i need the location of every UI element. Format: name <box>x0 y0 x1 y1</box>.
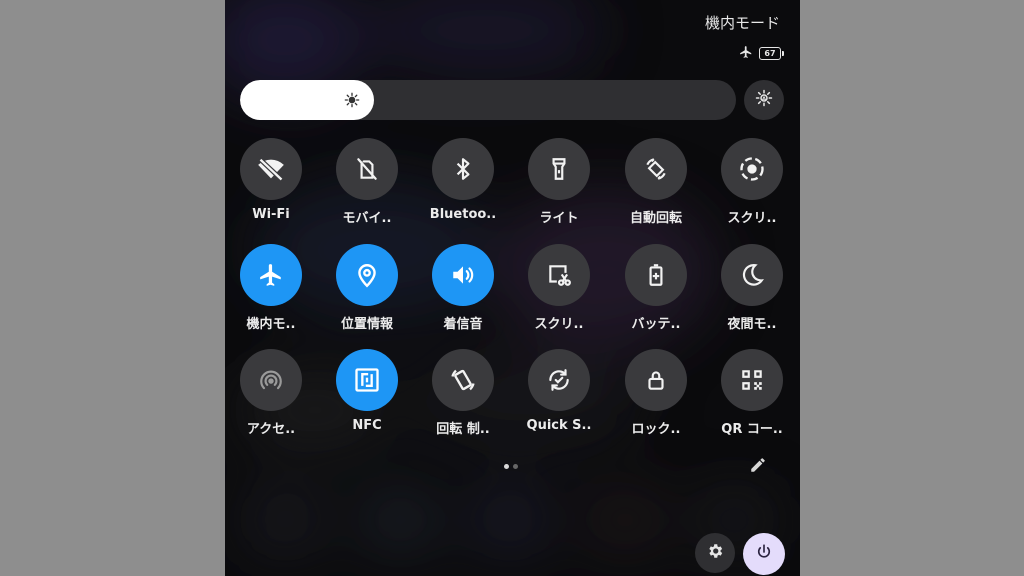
airplane-icon <box>258 262 284 288</box>
volume-icon <box>450 262 476 288</box>
quick-tile-label: Wi-Fi <box>252 207 290 222</box>
quick-tile-13[interactable]: NFC <box>327 349 407 433</box>
power-icon <box>755 543 773 565</box>
quick-tile-label: 位置情報 <box>340 317 393 332</box>
sun-icon <box>332 80 372 120</box>
auto-rotate-icon <box>643 156 669 182</box>
quick-tile-toggle[interactable] <box>336 138 398 200</box>
page-indicator <box>504 464 518 469</box>
quick-tile-label: ロック.. <box>631 422 681 437</box>
quick-tile-label: アクセ.. <box>246 422 296 437</box>
quick-tile-10[interactable]: バッテ.. <box>616 244 696 332</box>
quick-tile-9[interactable]: スクリ.. <box>519 244 599 332</box>
quick-tile-toggle[interactable] <box>432 244 494 306</box>
flashlight-icon <box>546 156 572 182</box>
nfc-icon <box>353 366 381 394</box>
quick-tile-label: Quick S.. <box>526 418 592 433</box>
quick-tile-toggle[interactable] <box>432 138 494 200</box>
quick-tile-toggle[interactable] <box>528 138 590 200</box>
quick-tile-label: 機内モ.. <box>246 317 296 332</box>
rotation-lock-icon <box>449 366 477 394</box>
quick-tile-label: Bluetoo.. <box>429 207 497 222</box>
quick-tile-toggle[interactable] <box>625 138 687 200</box>
quick-tile-toggle[interactable] <box>336 244 398 306</box>
quick-tile-15[interactable]: Quick S.. <box>519 349 599 433</box>
quick-tile-label: スクリ.. <box>727 211 777 226</box>
night-mode-icon <box>739 262 765 288</box>
page-dot-1[interactable] <box>504 464 509 469</box>
quick-tile-8[interactable]: 着信音 <box>423 244 503 332</box>
status-mode-label: 機内モード <box>704 14 780 32</box>
auto-brightness-icon: A <box>755 89 773 111</box>
screenshot-icon <box>546 262 572 288</box>
quick-tile-14[interactable]: 回転 制.. <box>423 349 503 437</box>
lock-icon <box>643 367 669 393</box>
quick-tile-3[interactable]: ライト <box>519 138 599 226</box>
quick-tile-label: 夜間モ.. <box>727 317 777 332</box>
mobile-data-off-icon <box>354 156 380 182</box>
quick-tile-label: NFC <box>352 418 382 433</box>
airplane-icon <box>739 44 753 63</box>
wifi-off-icon <box>257 155 285 183</box>
quick-tile-label: スクリ.. <box>534 317 584 332</box>
hotspot-icon <box>258 367 284 393</box>
quick-tile-toggle[interactable] <box>625 349 687 411</box>
quick-tile-label: モバイ.. <box>342 211 392 226</box>
auto-brightness-button[interactable]: A <box>744 80 784 120</box>
quick-tile-toggle[interactable] <box>240 349 302 411</box>
quick-tile-toggle[interactable] <box>336 349 398 411</box>
edit-tiles-button[interactable] <box>747 456 769 478</box>
quick-tile-0[interactable]: Wi-Fi <box>231 138 311 222</box>
quick-tile-toggle[interactable] <box>240 244 302 306</box>
screen-record-icon <box>738 155 766 183</box>
quick-tile-5[interactable]: スクリ.. <box>712 138 792 226</box>
quick-tile-1[interactable]: モバイ.. <box>327 138 407 226</box>
quick-tile-17[interactable]: QR コー.. <box>712 349 792 437</box>
quick-tile-2[interactable]: Bluetoo.. <box>423 138 503 222</box>
quick-tile-toggle[interactable] <box>432 349 494 411</box>
quick-tile-6[interactable]: 機内モ.. <box>231 244 311 332</box>
quick-tile-16[interactable]: ロック.. <box>616 349 696 437</box>
quick-tile-label: 回転 制.. <box>436 422 490 437</box>
quick-tile-toggle[interactable] <box>625 244 687 306</box>
quick-tile-label: ライト <box>539 211 579 226</box>
battery-icon: 67 <box>759 47 784 60</box>
pencil-icon <box>749 456 767 478</box>
quick-tile-toggle[interactable] <box>721 244 783 306</box>
location-icon <box>354 262 380 288</box>
quick-tile-toggle[interactable] <box>240 138 302 200</box>
quick-tile-7[interactable]: 位置情報 <box>327 244 407 332</box>
quick-tile-11[interactable]: 夜間モ.. <box>712 244 792 332</box>
quick-tile-label: 着信音 <box>443 317 483 332</box>
quick-share-icon <box>546 367 572 393</box>
settings-button[interactable] <box>695 533 735 573</box>
quick-tile-4[interactable]: 自動回転 <box>616 138 696 226</box>
qr-code-icon <box>739 367 765 393</box>
quick-tile-12[interactable]: アクセ.. <box>231 349 311 437</box>
quick-tile-label: QR コー.. <box>721 422 783 437</box>
battery-level: 67 <box>759 47 781 60</box>
gear-icon <box>706 542 724 564</box>
status-icons: 67 <box>739 44 784 63</box>
page-dot-2[interactable] <box>513 464 518 469</box>
bluetooth-icon <box>450 156 476 182</box>
quick-settings-panel: 機内モード 67 A Wi-Fi モバイ.. Bluetoo.. ライト 自動回転 スクリ… <box>225 0 800 576</box>
quick-tile-label: 自動回転 <box>629 211 682 226</box>
quick-tile-label: バッテ.. <box>631 317 681 332</box>
quick-tile-toggle[interactable] <box>528 244 590 306</box>
battery-saver-icon <box>643 262 669 288</box>
quick-tile-toggle[interactable] <box>528 349 590 411</box>
brightness-slider[interactable] <box>240 80 736 120</box>
quick-tile-toggle[interactable] <box>721 138 783 200</box>
power-button[interactable] <box>743 533 785 575</box>
quick-tile-toggle[interactable] <box>721 349 783 411</box>
